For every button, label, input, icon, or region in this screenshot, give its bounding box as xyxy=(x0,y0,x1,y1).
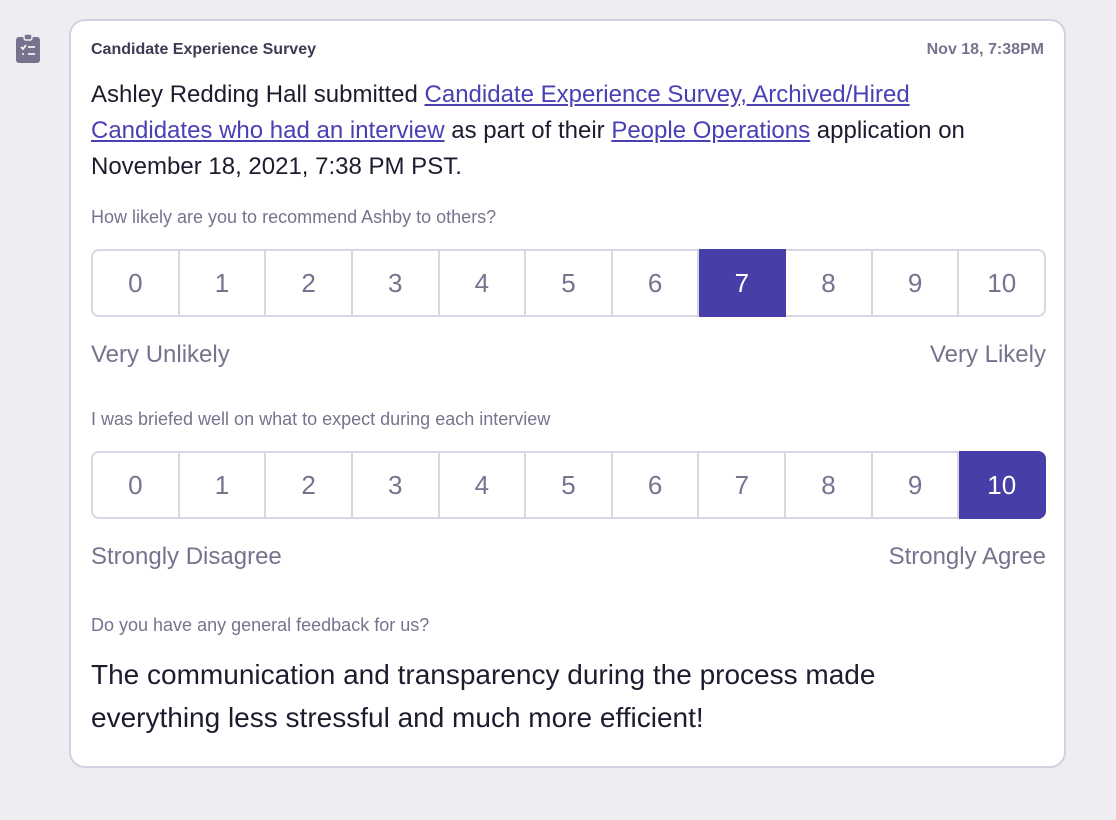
rating-option-3[interactable]: 3 xyxy=(352,451,440,519)
scale-labels: Strongly Disagree Strongly Agree xyxy=(91,543,1046,571)
rating-option-9[interactable]: 9 xyxy=(872,249,960,317)
clipboard-list-icon xyxy=(16,33,40,63)
rating-option-4[interactable]: 4 xyxy=(439,249,527,317)
rating-option-3[interactable]: 3 xyxy=(352,249,440,317)
scale-low-label: Strongly Disagree xyxy=(91,543,282,570)
submission-summary: Ashley Redding Hall submitted Candidate … xyxy=(91,77,1021,185)
summary-text: submitted xyxy=(307,81,425,108)
rating-option-0[interactable]: 0 xyxy=(91,451,180,519)
rating-option-6[interactable]: 6 xyxy=(612,249,700,317)
scale-high-label: Very Likely xyxy=(929,341,1046,368)
submission-timestamp: Nov 18, 7:38PM xyxy=(926,41,1044,58)
rating-option-8[interactable]: 8 xyxy=(786,451,873,519)
rating-option-5[interactable]: 5 xyxy=(526,249,613,317)
rating-option-10[interactable]: 10 xyxy=(959,451,1047,519)
feedback-answer: The communication and transparency durin… xyxy=(91,659,876,733)
rating-scale: 0 1 2 3 4 5 6 7 8 9 10 xyxy=(91,451,1047,519)
rating-option-10[interactable]: 10 xyxy=(959,249,1047,317)
scale-low-label: Very Unlikely xyxy=(91,341,230,368)
rating-option-0[interactable]: 0 xyxy=(91,249,180,317)
rating-option-2[interactable]: 2 xyxy=(266,249,353,317)
rating-option-7[interactable]: 7 xyxy=(699,249,787,317)
rating-scale: 0 1 2 3 4 5 6 7 8 9 10 xyxy=(91,249,1047,317)
question-label: I was briefed well on what to expect dur… xyxy=(91,409,551,429)
rating-option-9[interactable]: 9 xyxy=(872,451,960,519)
rating-option-8[interactable]: 8 xyxy=(786,249,873,317)
card-header: Candidate Experience Survey Nov 18, 7:38… xyxy=(91,41,1044,59)
candidate-name: Ashley Redding Hall xyxy=(91,81,308,108)
scale-labels: Very Unlikely Very Likely xyxy=(91,341,1046,369)
rating-option-1[interactable]: 1 xyxy=(179,451,267,519)
rating-option-4[interactable]: 4 xyxy=(439,451,527,519)
rating-option-6[interactable]: 6 xyxy=(612,451,700,519)
summary-text: as part of their xyxy=(444,117,612,144)
rating-option-5[interactable]: 5 xyxy=(526,451,613,519)
rating-option-7[interactable]: 7 xyxy=(699,451,787,519)
question-label: Do you have any general feedback for us? xyxy=(91,615,430,635)
rating-option-1[interactable]: 1 xyxy=(179,249,267,317)
survey-submission-card: Candidate Experience Survey Nov 18, 7:38… xyxy=(69,19,1066,768)
rating-option-2[interactable]: 2 xyxy=(266,451,353,519)
application-link[interactable]: People Operations xyxy=(611,117,810,144)
scale-high-label: Strongly Agree xyxy=(888,543,1046,570)
card-title: Candidate Experience Survey xyxy=(91,41,316,58)
question-label: How likely are you to recommend Ashby to… xyxy=(91,207,497,227)
